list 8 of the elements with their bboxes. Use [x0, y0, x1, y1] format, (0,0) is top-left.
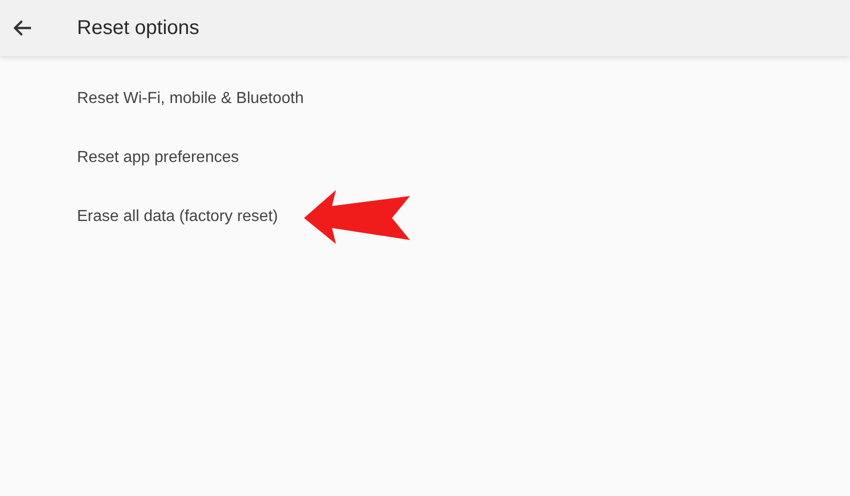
item-label: Erase all data (factory reset) — [77, 208, 278, 226]
back-arrow-icon — [12, 19, 32, 37]
item-label: Reset app preferences — [77, 148, 239, 166]
settings-item[interactable]: Reset Wi-Fi, mobile & Bluetooth — [0, 69, 850, 128]
screen-title: Reset options — [77, 16, 200, 40]
settings-item[interactable]: Erase all data (factory reset) — [0, 187, 850, 246]
item-label: Reset Wi-Fi, mobile & Bluetooth — [77, 90, 304, 108]
settings-item[interactable]: Reset app preferences — [0, 128, 850, 187]
